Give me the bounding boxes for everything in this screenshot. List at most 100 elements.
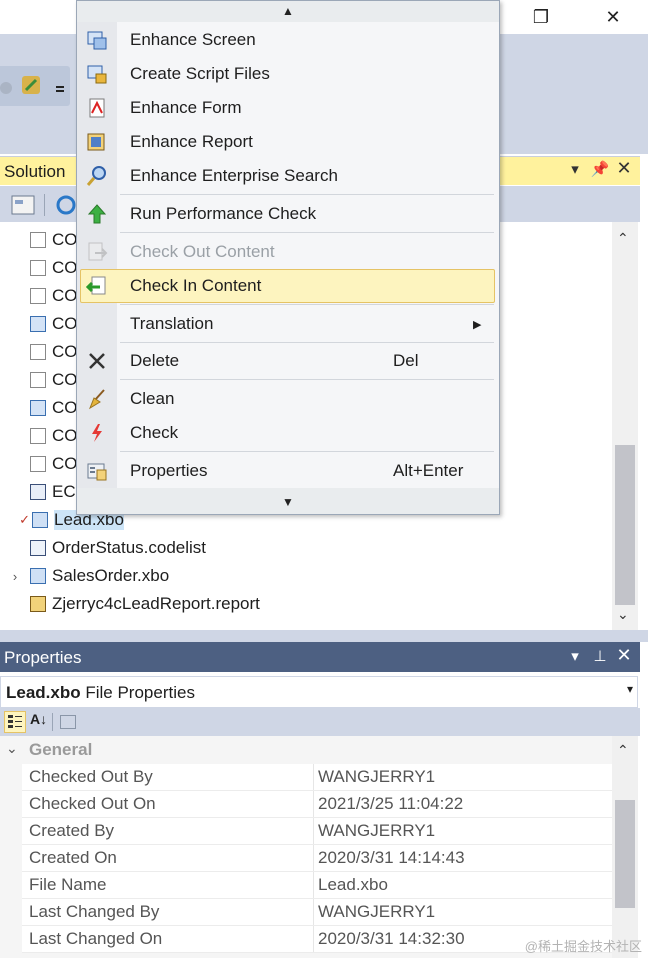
menu-item-clean[interactable]: Clean [117,382,495,416]
menu-item-check-out-content: Check Out Content [117,235,495,269]
menu-item-check[interactable]: Check [117,416,495,450]
tree-item[interactable]: Zjerryc4cLeadReport.report [0,590,612,618]
close-window-button[interactable]: ✕ [590,0,636,34]
scroll-down-icon[interactable]: ⌄ [617,606,629,623]
property-row[interactable]: Checked Out On 2021/3/25 11:04:22 [22,791,612,818]
property-value: 2021/3/25 11:04:22 [318,794,464,813]
tree-item-label: CO [52,370,78,389]
blank-file-icon [30,288,46,304]
solution-explorer-title: Solution [4,162,66,181]
menu-shortcut: Alt+Enter [393,461,464,480]
blank-file-icon [30,344,46,360]
restore-icon: ❐ [532,6,550,27]
scroll-up-icon[interactable]: ⌃ [617,230,629,247]
form-file-icon [30,484,46,500]
chevron-down-icon[interactable]: ▾ [627,682,633,696]
toolbar-strip [0,66,70,106]
menu-separator [120,304,494,305]
menu-shortcut: Del [393,351,419,370]
property-name: Checked Out By [22,764,314,790]
tree-item-label: CO [52,286,78,305]
pin-icon[interactable]: 📌 [589,160,611,178]
property-value: Lead.xbo [318,875,388,894]
menu-separator [120,379,494,380]
tree-item[interactable]: › SalesOrder.xbo [0,562,612,590]
menu-item-enhance-report[interactable]: Enhance Report [117,125,495,159]
property-value: WANGJERRY1 [318,767,436,786]
menu-item-check-in-content[interactable]: Check In Content [80,269,495,303]
tree-item-label: CO [52,426,78,445]
expand-arrow-icon[interactable]: › [0,569,30,584]
dropdown-icon[interactable]: ▾ [564,160,586,178]
property-name: Created On [22,845,314,871]
clean-icon [86,388,108,410]
menu-separator [120,451,494,452]
pin-icon[interactable]: ⊥ [589,647,611,665]
menu-item-label: Check [130,423,179,442]
solution-scroll-thumb[interactable] [615,445,635,605]
menu-separator [120,232,494,233]
menu-item-label: Create Script Files [130,64,270,83]
tree-item-label: SalesOrder.xbo [52,566,170,585]
screen-file-icon [30,316,46,332]
property-pages-icon[interactable] [60,715,76,729]
close-pane-icon[interactable]: ✕ [613,158,635,179]
tree-item-label: Zjerryc4cLeadReport.report [52,594,260,613]
menu-item-label: Enhance Report [130,132,253,151]
toolbar-separator [52,713,53,731]
menu-item-create-script-files[interactable]: Create Script Files [117,57,495,91]
watermark: @稀土掘金技术社区 [524,939,642,954]
menu-item-label: Clean [130,389,175,408]
enterprise-search-icon [86,165,108,187]
alphabetical-sort-icon[interactable]: A↓ [30,711,47,727]
delete-icon [86,350,108,372]
property-value: WANGJERRY1 [318,821,436,840]
property-row[interactable]: File Name Lead.xbo [22,872,612,899]
categorized-view-button[interactable] [4,711,26,733]
property-name: Last Changed By [22,899,314,925]
script-files-icon [86,63,108,85]
tree-item[interactable]: OrderStatus.codelist [0,534,612,562]
property-name: File Name [22,872,314,898]
close-pane-icon[interactable]: ✕ [613,645,635,666]
properties-icon [86,460,108,482]
property-name: Last Changed On [22,926,314,952]
properties-scroll-thumb[interactable] [615,800,635,908]
categorized-icon [8,715,22,728]
menu-item-label: Enhance Form [130,98,242,117]
property-row[interactable]: Created On 2020/3/31 14:14:43 [22,845,612,872]
bo-file-icon [30,568,46,584]
scroll-up-icon[interactable]: ⌃ [617,742,629,759]
property-row[interactable]: Last Changed On 2020/3/31 14:32:30 [22,926,612,953]
menu-item-label: Check Out Content [130,242,275,261]
object-name: Lead.xbo [6,683,81,702]
menu-item-enhance-screen[interactable]: Enhance Screen [117,23,495,57]
blank-file-icon [30,232,46,248]
property-value: 2020/3/31 14:32:30 [318,929,465,948]
object-selector[interactable]: Lead.xbo File Properties ▾ [0,676,638,708]
codelist-file-icon [30,540,46,556]
enhance-screen-icon [86,29,108,51]
menu-item-run-performance-check[interactable]: Run Performance Check [117,197,495,231]
menu-item-enhance-enterprise-search[interactable]: Enhance Enterprise Search [117,159,495,193]
menu-item-properties[interactable]: Properties Alt+Enter [117,454,495,488]
restore-window-button[interactable]: ❐ [518,0,564,34]
tree-item-label: CO [52,454,78,473]
menu-scroll-down-icon[interactable]: ▼ [282,495,294,509]
dropdown-icon[interactable]: ▾ [564,647,586,665]
properties-toolbar: A↓ [0,708,640,736]
check-icon [86,422,108,444]
menu-item-enhance-form[interactable]: Enhance Form [117,91,495,125]
collapse-category-icon[interactable]: ⌄ [6,740,18,757]
property-row[interactable]: Checked Out By WANGJERRY1 [22,764,612,791]
menu-scroll-up-icon[interactable]: ▲ [282,4,294,18]
property-row[interactable]: Created By WANGJERRY1 [22,818,612,845]
menu-item-delete[interactable]: Delete Del [117,344,495,378]
menu-item-label: Check In Content [130,276,262,295]
category-general: General [29,740,93,759]
menu-item-translation[interactable]: Translation ▶ [117,307,495,341]
blank-file-icon [30,456,46,472]
property-row[interactable]: Last Changed By WANGJERRY1 [22,899,612,926]
property-value: 2020/3/31 14:14:43 [318,848,465,867]
toolbar-tools-icon[interactable] [0,66,70,106]
